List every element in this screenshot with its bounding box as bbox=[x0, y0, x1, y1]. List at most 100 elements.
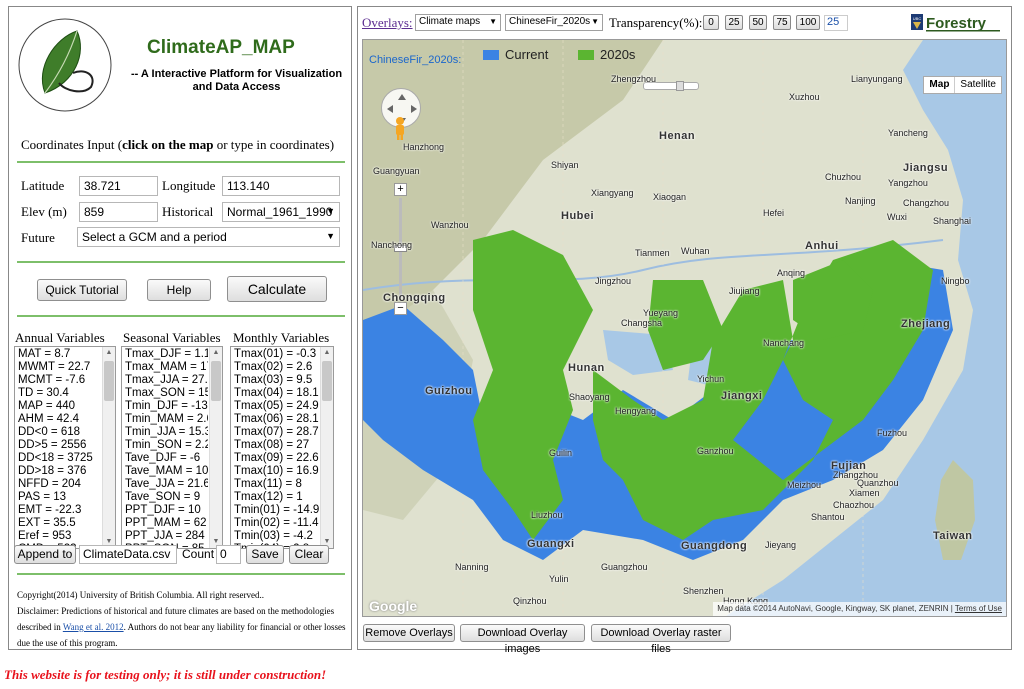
list-item[interactable]: Tmax(02) = 2.6 bbox=[234, 361, 319, 374]
province-label: Guangdong bbox=[681, 540, 748, 552]
scroll-thumb[interactable] bbox=[322, 361, 332, 401]
transparency-25-button[interactable]: 25 bbox=[725, 15, 743, 30]
list-item[interactable]: MWMT = 22.7 bbox=[18, 361, 101, 374]
elev-input[interactable]: 859 bbox=[79, 202, 158, 222]
transparency-100-button[interactable]: 100 bbox=[796, 15, 820, 30]
list-item[interactable]: Tmax(06) = 28.1 bbox=[234, 413, 319, 426]
scroll-up-icon[interactable]: ▲ bbox=[210, 347, 222, 359]
help-button[interactable]: Help bbox=[147, 279, 211, 301]
transparency-50-button[interactable]: 50 bbox=[749, 15, 767, 30]
list-item[interactable]: Tmax(04) = 18.1 bbox=[234, 387, 319, 400]
transparency-value[interactable]: 25 bbox=[824, 15, 848, 31]
list-item[interactable]: NFFD = 204 bbox=[18, 478, 101, 491]
list-item[interactable]: MAP = 440 bbox=[18, 400, 101, 413]
list-item[interactable]: Eref = 953 bbox=[18, 530, 101, 543]
list-item[interactable]: Tave_DJF = -6 bbox=[125, 452, 208, 465]
list-item[interactable]: DD<18 = 3725 bbox=[18, 452, 101, 465]
scroll-thumb[interactable] bbox=[104, 361, 114, 401]
city-label: Xiamen bbox=[849, 488, 880, 498]
filename-input[interactable]: ClimateData.csv bbox=[79, 545, 177, 564]
calculate-button[interactable]: Calculate bbox=[227, 276, 327, 302]
list-item[interactable]: Tmax_SON = 15.8 bbox=[125, 387, 208, 400]
list-item[interactable]: TD = 30.4 bbox=[18, 387, 101, 400]
opacity-handle[interactable] bbox=[676, 81, 684, 91]
wang-2012-link[interactable]: Wang et al. 2012 bbox=[63, 622, 124, 632]
list-item[interactable]: Tmax_JJA = 27.9 bbox=[125, 374, 208, 387]
overlay-type-select[interactable]: Climate maps ▼ bbox=[415, 14, 501, 31]
future-select[interactable]: Select a GCM and a period ▼ bbox=[77, 227, 340, 247]
list-item[interactable]: Tmin_DJF = -13 bbox=[125, 400, 208, 413]
list-item[interactable]: MCMT = -7.6 bbox=[18, 374, 101, 387]
list-item[interactable]: PPT_MAM = 62 bbox=[125, 517, 208, 530]
list-item[interactable]: EMT = -22.3 bbox=[18, 504, 101, 517]
map-view-button[interactable]: Map bbox=[924, 77, 954, 93]
list-item[interactable]: DD>5 = 2556 bbox=[18, 439, 101, 452]
pegman-icon[interactable] bbox=[393, 116, 407, 140]
list-item[interactable]: PPT_JJA = 284 bbox=[125, 530, 208, 543]
seasonal-variables-list[interactable]: Tmax_DJF = 1.1 Tmax_MAM = 17. Tmax_JJA = 2… bbox=[121, 346, 223, 549]
province-label: Jiangxi bbox=[721, 390, 763, 402]
list-item[interactable]: DD<0 = 618 bbox=[18, 426, 101, 439]
list-item[interactable]: Tave_SON = 9 bbox=[125, 491, 208, 504]
latitude-input[interactable]: 38.721 bbox=[79, 176, 158, 196]
scroll-up-icon[interactable]: ▲ bbox=[103, 347, 115, 359]
list-item[interactable]: MAT = 8.7 bbox=[18, 348, 101, 361]
scroll-up-icon[interactable]: ▲ bbox=[321, 347, 333, 359]
save-button[interactable]: Save bbox=[246, 545, 284, 564]
city-label: Xiaogan bbox=[653, 192, 687, 202]
longitude-input[interactable]: 113.140 bbox=[222, 176, 340, 196]
annual-variables-list[interactable]: MAT = 8.7 MWMT = 22.7 MCMT = -7.6 TD = 30.4… bbox=[14, 346, 116, 549]
city-label: Xuzhou bbox=[789, 92, 820, 102]
list-item[interactable]: Tmax(08) = 27 bbox=[234, 439, 319, 452]
list-item[interactable]: Tmax(12) = 1 bbox=[234, 491, 319, 504]
terms-link[interactable]: Terms of Use bbox=[955, 604, 1002, 613]
scroll-thumb[interactable] bbox=[211, 361, 221, 401]
overlays-label[interactable]: Overlays: bbox=[362, 15, 413, 31]
list-item[interactable]: AHM = 42.4 bbox=[18, 413, 101, 426]
list-item[interactable]: Tmin_MAM = 2.6 bbox=[125, 413, 208, 426]
zoom-in-button[interactable]: + bbox=[394, 183, 407, 196]
list-item[interactable]: Tmax(11) = 8 bbox=[234, 478, 319, 491]
append-to-button[interactable]: Append to bbox=[14, 545, 76, 564]
google-logo: Google bbox=[369, 598, 418, 614]
quick-tutorial-button[interactable]: Quick Tutorial bbox=[37, 279, 127, 301]
list-item[interactable]: Tmax(10) = 16.9 bbox=[234, 465, 319, 478]
list-item[interactable]: Tmin_SON = 2.2 bbox=[125, 439, 208, 452]
list-item[interactable]: Tave_JJA = 21.6 bbox=[125, 478, 208, 491]
list-item[interactable]: Tmax(05) = 24.9 bbox=[234, 400, 319, 413]
city-label: Xiangyang bbox=[591, 188, 634, 198]
monthly-variables-list[interactable]: Tmax(01) = -0.3 Tmax(02) = 2.6 Tmax(03) = … bbox=[230, 346, 334, 549]
list-item[interactable]: Tmax(07) = 28.7 bbox=[234, 426, 319, 439]
historical-select[interactable]: Normal_1961_1990 ▼ bbox=[222, 202, 340, 222]
divider bbox=[17, 261, 345, 263]
list-item[interactable]: DD>18 = 376 bbox=[18, 465, 101, 478]
scrollbar[interactable]: ▲ ▼ bbox=[209, 347, 222, 548]
list-item[interactable]: Tmin(01) = -14.9 bbox=[234, 504, 319, 517]
clear-button[interactable]: Clear bbox=[289, 545, 329, 564]
scrollbar[interactable]: ▲ ▼ bbox=[102, 347, 115, 548]
transparency-0-button[interactable]: 0 bbox=[703, 15, 719, 30]
map-canvas[interactable]: ChineseFir_2020s: Current 2020s Map Sate… bbox=[362, 39, 1007, 617]
list-item[interactable]: Tmax(03) = 9.5 bbox=[234, 374, 319, 387]
list-item[interactable]: Tave_MAM = 10 bbox=[125, 465, 208, 478]
list-item[interactable]: Tmin(02) = -11.4 bbox=[234, 517, 319, 530]
overlay-layer-select[interactable]: ChineseFir_2020s ▼ bbox=[505, 14, 603, 31]
list-item[interactable]: PAS = 13 bbox=[18, 491, 101, 504]
count-input[interactable]: 0 bbox=[216, 545, 241, 564]
download-overlay-images-button[interactable]: Download Overlay images bbox=[460, 624, 585, 655]
list-item[interactable]: PPT_DJF = 10 bbox=[125, 504, 208, 517]
city-label: Ningbo bbox=[941, 276, 970, 286]
list-item[interactable]: Tmax(09) = 22.6 bbox=[234, 452, 319, 465]
list-item[interactable]: Tmin_JJA = 15.3 bbox=[125, 426, 208, 439]
list-item[interactable]: Tmax(01) = -0.3 bbox=[234, 348, 319, 361]
list-item[interactable]: Tmax_MAM = 17. bbox=[125, 361, 208, 374]
list-item[interactable]: Tmax_DJF = 1.1 bbox=[125, 348, 208, 361]
map-type-control: Map Satellite bbox=[923, 76, 1002, 94]
download-overlay-raster-button[interactable]: Download Overlay raster files bbox=[591, 624, 731, 655]
list-item[interactable]: EXT = 35.5 bbox=[18, 517, 101, 530]
remove-overlays-button[interactable]: Remove Overlays bbox=[363, 624, 455, 642]
transparency-75-button[interactable]: 75 bbox=[773, 15, 791, 30]
list-item[interactable]: Tmin(03) = -4.2 bbox=[234, 530, 319, 543]
scrollbar[interactable]: ▲ ▼ bbox=[320, 347, 333, 548]
satellite-view-button[interactable]: Satellite bbox=[954, 77, 1001, 93]
